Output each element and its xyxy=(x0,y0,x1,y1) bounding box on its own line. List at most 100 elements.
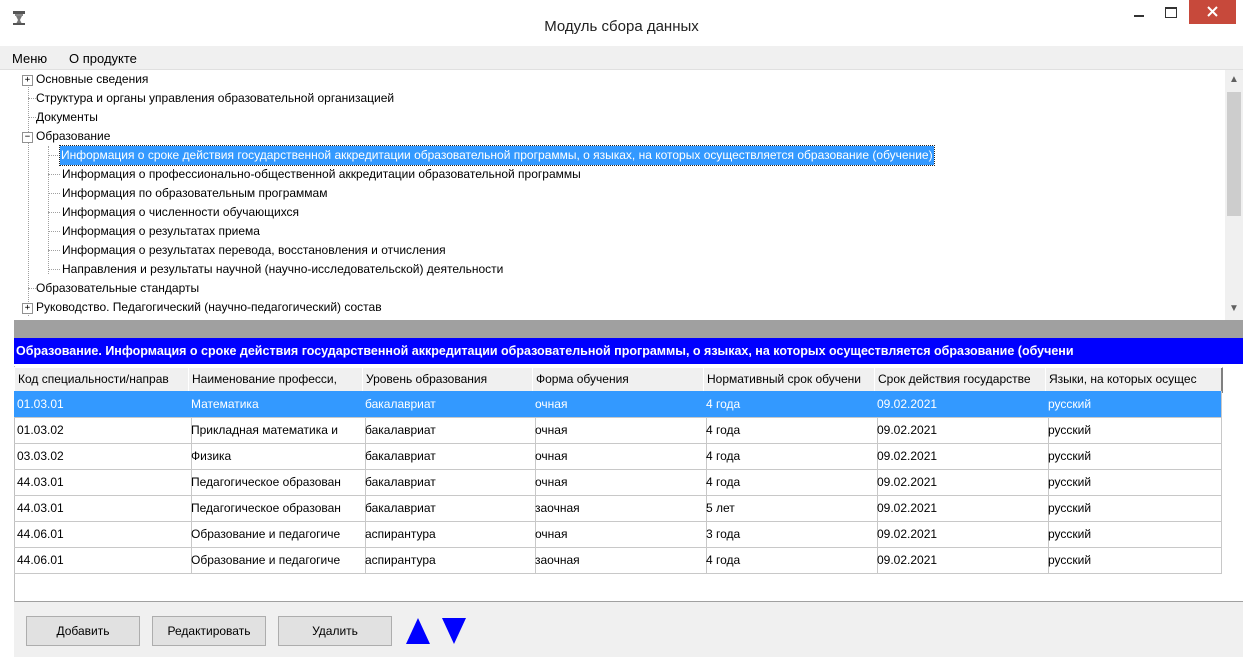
cell-accreditation-date[interactable]: 09.02.2021 xyxy=(874,547,1049,574)
cell-form[interactable]: очная xyxy=(532,443,707,470)
tree-node-label: Информация о результатах перевода, восст… xyxy=(62,243,446,257)
scroll-up-icon[interactable]: ▲ xyxy=(1225,74,1243,85)
splitter[interactable] xyxy=(14,320,1243,338)
cell-form[interactable]: очная xyxy=(532,469,707,496)
tree-guide-line xyxy=(28,98,36,99)
cell-languages[interactable]: русский xyxy=(1045,547,1222,574)
tree-guide-line xyxy=(48,174,60,175)
cell-level[interactable]: бакалавриат xyxy=(362,495,536,522)
cell-name[interactable]: Математика xyxy=(188,391,366,418)
cell-accreditation-date[interactable]: 09.02.2021 xyxy=(874,521,1049,548)
cell-duration[interactable]: 5 лет xyxy=(703,495,878,522)
cell-level[interactable]: аспирантура xyxy=(362,547,536,574)
cell-accreditation-date[interactable]: 09.02.2021 xyxy=(874,391,1049,418)
cell-name[interactable]: Образование и педагогиче xyxy=(188,521,366,548)
cell-name[interactable]: Образование и педагогиче xyxy=(188,547,366,574)
tree-node-label: Руководство. Педагогический (научно-педа… xyxy=(36,300,382,314)
cell-level[interactable]: бакалавриат xyxy=(362,391,536,418)
tree-node-label: Документы xyxy=(36,110,98,124)
cell-form[interactable]: очная xyxy=(532,417,707,444)
cell-languages[interactable]: русский xyxy=(1045,521,1222,548)
cell-accreditation-date[interactable]: 09.02.2021 xyxy=(874,417,1049,444)
column-header-name[interactable]: Наименование професси, xyxy=(188,367,367,393)
cell-duration[interactable]: 4 года xyxy=(703,391,878,418)
tree-node-label: Структура и органы управления образовате… xyxy=(36,91,395,105)
cell-level[interactable]: бакалавриат xyxy=(362,417,536,444)
column-header-accreditation-date[interactable]: Срок действия государстве xyxy=(874,367,1050,393)
cell-duration[interactable]: 4 года xyxy=(703,417,878,444)
edit-button[interactable]: Редактировать xyxy=(152,616,266,646)
tree-guide-line xyxy=(48,155,60,156)
tree-guide-line xyxy=(28,117,36,118)
cell-level[interactable]: бакалавриат xyxy=(362,469,536,496)
move-up-icon[interactable] xyxy=(404,616,432,646)
tree-guide-line xyxy=(28,84,29,316)
close-button[interactable] xyxy=(1189,0,1236,24)
cell-name[interactable]: Педагогическое образован xyxy=(188,495,366,522)
tree-node-label: Основные сведения xyxy=(36,72,149,86)
cell-name[interactable]: Педагогическое образован xyxy=(188,469,366,496)
cell-form[interactable]: заочная xyxy=(532,547,707,574)
move-down-icon[interactable] xyxy=(440,616,468,646)
tree-node-label: Направления и результаты научной (научно… xyxy=(62,262,504,276)
cell-code[interactable]: 01.03.01 xyxy=(14,391,192,418)
cell-code[interactable]: 44.03.01 xyxy=(14,469,192,496)
tree-guide-line xyxy=(48,231,60,232)
cell-name[interactable]: Прикладная математика и xyxy=(188,417,366,444)
tree-node-label: Информация о профессионально-общественно… xyxy=(62,167,581,181)
cell-code[interactable]: 44.03.01 xyxy=(14,495,192,522)
column-header-form[interactable]: Форма обучения xyxy=(532,367,708,393)
tree-guide-line xyxy=(28,288,36,289)
cell-languages[interactable]: русский xyxy=(1045,443,1222,470)
cell-languages[interactable]: русский xyxy=(1045,417,1222,444)
cell-code[interactable]: 44.06.01 xyxy=(14,521,192,548)
cell-accreditation-date[interactable]: 09.02.2021 xyxy=(874,443,1049,470)
cell-languages[interactable]: русский xyxy=(1045,469,1222,496)
add-button[interactable]: Добавить xyxy=(26,616,140,646)
tree-node-label: Образовательные стандарты xyxy=(36,281,200,295)
tree-node-label: Образование xyxy=(36,129,111,143)
column-header-level[interactable]: Уровень образования xyxy=(362,367,537,393)
delete-button[interactable]: Удалить xyxy=(278,616,392,646)
column-header-code[interactable]: Код специальности/направ xyxy=(14,367,193,393)
collapse-minus-icon[interactable]: − xyxy=(22,132,33,143)
close-icon xyxy=(1207,6,1218,17)
cell-code[interactable]: 01.03.02 xyxy=(14,417,192,444)
cell-accreditation-date[interactable]: 09.02.2021 xyxy=(874,495,1049,522)
maximize-button[interactable] xyxy=(1157,4,1185,26)
expand-plus-icon[interactable]: + xyxy=(22,75,33,86)
expand-plus-icon[interactable]: + xyxy=(22,303,33,314)
cell-form[interactable]: очная xyxy=(532,391,707,418)
cell-accreditation-date[interactable]: 09.02.2021 xyxy=(874,469,1049,496)
cell-duration[interactable]: 4 года xyxy=(703,443,878,470)
menu-item-menu[interactable]: Меню xyxy=(12,51,47,66)
column-header-languages[interactable]: Языки, на которых осущес xyxy=(1045,367,1223,393)
cell-duration[interactable]: 4 года xyxy=(703,469,878,496)
tree-node-label: Информация по образовательным программам xyxy=(62,186,328,200)
minimize-button[interactable] xyxy=(1125,4,1153,26)
cell-name[interactable]: Физика xyxy=(188,443,366,470)
tree-guide-line xyxy=(48,212,60,213)
cell-code[interactable]: 03.03.02 xyxy=(14,443,192,470)
scroll-down-icon[interactable]: ▼ xyxy=(1225,303,1243,314)
section-banner: Образование. Информация о сроке действия… xyxy=(14,338,1243,364)
minimize-icon xyxy=(1134,15,1144,17)
cell-duration[interactable]: 4 года xyxy=(703,547,878,574)
cell-form[interactable]: очная xyxy=(532,521,707,548)
tree-guide-line xyxy=(48,269,60,270)
cell-form[interactable]: заочная xyxy=(532,495,707,522)
menu-item-about[interactable]: О продукте xyxy=(69,51,137,66)
cell-code[interactable]: 44.06.01 xyxy=(14,547,192,574)
tree-node-label: Информация о сроке действия государствен… xyxy=(59,145,935,166)
cell-duration[interactable]: 3 года xyxy=(703,521,878,548)
cell-languages[interactable]: русский xyxy=(1045,495,1222,522)
tree-node-label: Информация о результатах приема xyxy=(62,224,260,238)
cell-level[interactable]: бакалавриат xyxy=(362,443,536,470)
column-header-duration[interactable]: Нормативный срок обучени xyxy=(703,367,879,393)
cell-languages[interactable]: русский xyxy=(1045,391,1222,418)
tree-guide-line xyxy=(48,146,49,274)
tree-scrollbar-thumb[interactable] xyxy=(1227,92,1241,216)
cell-level[interactable]: аспирантура xyxy=(362,521,536,548)
menu-bar: Меню О продукте xyxy=(0,46,1243,70)
tree-node-label: Информация о численности обучающихся xyxy=(62,205,300,219)
